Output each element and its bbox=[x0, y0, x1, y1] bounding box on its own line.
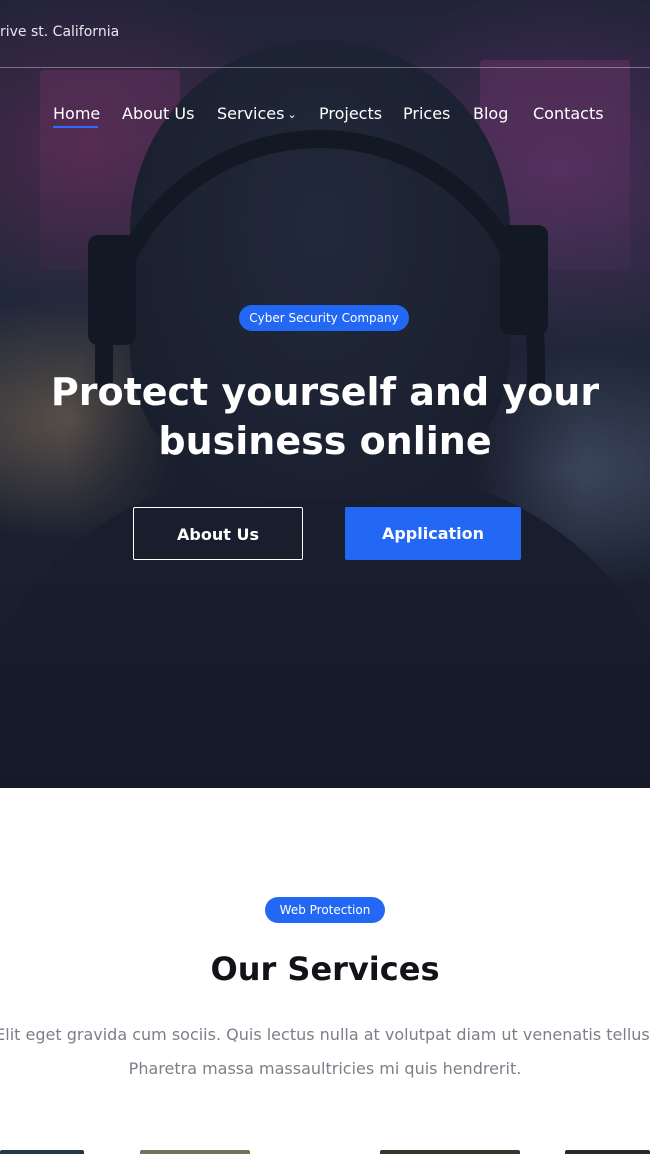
services-description: Elit eget gravida cum sociis. Quis lectu… bbox=[0, 1018, 650, 1086]
nav-item-about-us[interactable]: About Us bbox=[122, 104, 194, 123]
nav-item-projects[interactable]: Projects bbox=[319, 104, 382, 123]
nav-active-indicator bbox=[53, 126, 98, 128]
nav-item-blog[interactable]: Blog bbox=[473, 104, 508, 123]
services-badge: Web Protection bbox=[265, 897, 385, 923]
chevron-down-icon: ⌄ bbox=[287, 108, 297, 121]
services-description-line-2: Pharetra massa massaultricies mi quis he… bbox=[128, 1059, 522, 1078]
nav-item-home[interactable]: Home bbox=[53, 104, 100, 123]
service-card-image-3 bbox=[380, 1150, 520, 1154]
services-title: Our Services bbox=[210, 950, 440, 988]
hero-badge: Cyber Security Company bbox=[239, 305, 409, 331]
nav-item-services[interactable]: Services ⌄ bbox=[217, 104, 297, 123]
nav-item-services-label: Services bbox=[217, 104, 285, 123]
nav-item-prices[interactable]: Prices bbox=[403, 104, 450, 123]
services-description-line-1: Elit eget gravida cum sociis. Quis lectu… bbox=[0, 1025, 650, 1044]
header-divider bbox=[0, 67, 650, 68]
nav-item-contacts[interactable]: Contacts bbox=[533, 104, 604, 123]
header-address: rive st. California bbox=[0, 24, 120, 40]
about-us-button[interactable]: About Us bbox=[133, 507, 303, 560]
service-cards-row bbox=[0, 1150, 650, 1154]
service-card-image-1 bbox=[0, 1150, 84, 1154]
application-button[interactable]: Application bbox=[345, 507, 521, 560]
hero-section: rive st. California Home About Us Servic… bbox=[0, 0, 650, 788]
service-card-image-4 bbox=[565, 1150, 650, 1154]
hero-title: Protect yourself and your business onlin… bbox=[0, 368, 650, 466]
service-card-image-2 bbox=[140, 1150, 250, 1154]
hero-title-line-2: business online bbox=[158, 419, 492, 463]
hero-title-line-1: Protect yourself and your bbox=[50, 370, 600, 414]
